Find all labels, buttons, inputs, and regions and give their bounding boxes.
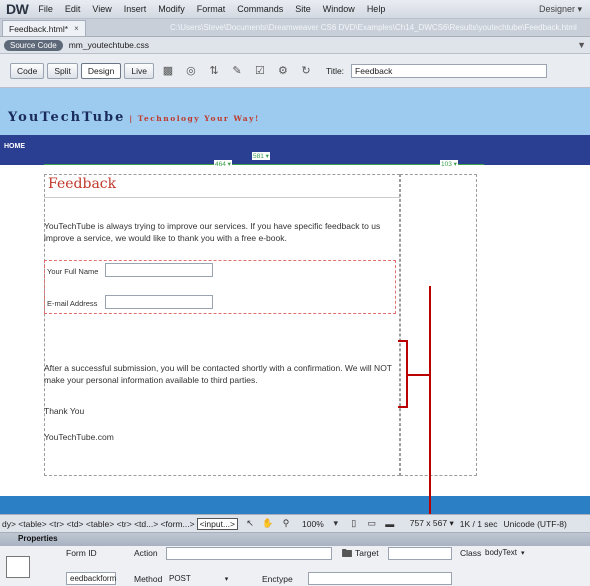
- method-label: Method: [134, 574, 163, 584]
- window-size[interactable]: 757 x 567 ▾: [410, 518, 454, 529]
- page-heading[interactable]: Feedback: [48, 176, 116, 192]
- hand-tool-icon[interactable]: ✋: [262, 518, 274, 530]
- intro-paragraph[interactable]: YouTechTube is always trying to improve …: [44, 220, 396, 244]
- related-css-file[interactable]: mm_youtechtube.css: [69, 40, 149, 50]
- email-label: E-mail Address: [47, 299, 98, 308]
- nav-home-link[interactable]: HOME: [4, 143, 25, 150]
- filter-icon[interactable]: ▼: [577, 40, 586, 50]
- class-value: bodyText: [485, 548, 518, 557]
- menu-bar: DW File Edit View Insert Modify Format C…: [0, 0, 590, 19]
- browse-folder-icon[interactable]: 🖿: [338, 546, 356, 562]
- menu-modify[interactable]: Modify: [158, 4, 185, 14]
- related-files-bar: Source Code mm_youtechtube.css ▼: [0, 37, 590, 54]
- email-input[interactable]: [105, 295, 213, 309]
- zoom-dropdown-icon[interactable]: ▾: [330, 518, 342, 530]
- ruler-total-width[interactable]: 581 ▾: [252, 152, 270, 160]
- site-header-band: YouTechTube | Technology Your Way!: [0, 88, 590, 135]
- confirmation-paragraph[interactable]: After a successful submission, you will …: [44, 362, 396, 386]
- target-select[interactable]: [388, 547, 452, 560]
- close-icon[interactable]: ×: [74, 24, 79, 33]
- app-logo: DW: [6, 1, 29, 17]
- live-view-button[interactable]: Live: [124, 62, 154, 79]
- properties-panel-header[interactable]: Properties: [0, 533, 590, 546]
- desktop-size-icon[interactable]: ▬: [384, 518, 396, 530]
- validate-icon[interactable]: ☑: [251, 63, 269, 79]
- document-tab-bar: Feedback.html* × C:\Users\Steve\Document…: [0, 19, 590, 37]
- visual-aids-icon[interactable]: ✎: [228, 63, 246, 79]
- chevron-down-icon: ▾: [224, 576, 229, 583]
- menu-format[interactable]: Format: [197, 4, 226, 14]
- thanks-text[interactable]: Thank You: [44, 406, 84, 416]
- method-value: POST: [169, 574, 191, 583]
- class-label: Class: [460, 548, 482, 558]
- zoom-tool-icon[interactable]: ⚲: [280, 518, 292, 530]
- chevron-down-icon: ▾: [521, 550, 525, 557]
- ruler-line: [44, 164, 484, 165]
- menu-help[interactable]: Help: [367, 4, 386, 14]
- ruler-left-width[interactable]: 464 ▾: [214, 160, 232, 168]
- signature-text[interactable]: YouTechTube.com: [44, 432, 114, 442]
- enctype-label: Enctype: [262, 574, 293, 584]
- form-id-field[interactable]: eedbackform: [66, 572, 116, 585]
- source-code-button[interactable]: Source Code: [4, 39, 63, 51]
- title-label: Title:: [325, 65, 345, 76]
- menu-view[interactable]: View: [92, 4, 111, 14]
- table-width-ruler: 581 ▾ 464 ▾ 103 ▾: [44, 152, 484, 172]
- enctype-select[interactable]: [308, 572, 452, 585]
- tag-path[interactable]: dy> <table> <tr> <td> <table> <tr> <td..…: [2, 519, 195, 529]
- sidebar-cell: [400, 174, 477, 476]
- document-toolbar: Code Split Design Live ▩ ◎ ⇅ ✎ ☑ ⚙ ↻ Tit…: [0, 54, 590, 88]
- tab-label: Feedback.html*: [9, 23, 69, 34]
- tablet-size-icon[interactable]: ▭: [366, 518, 378, 530]
- heading-divider: [44, 197, 400, 198]
- workspace-switcher[interactable]: Designer ▾: [539, 4, 582, 15]
- encoding: Unicode (UTF-8): [503, 518, 567, 529]
- menu-site[interactable]: Site: [295, 4, 311, 14]
- form-icon: [6, 556, 30, 578]
- multiscreen-icon[interactable]: ▩: [159, 63, 177, 79]
- callout-bracket: [398, 340, 408, 408]
- site-tagline: | Technology Your Way!: [129, 114, 260, 123]
- site-name: YouTechTube: [8, 110, 126, 125]
- split-view-button[interactable]: Split: [47, 62, 78, 79]
- dreamweaver-window: DW File Edit View Insert Modify Format C…: [0, 0, 590, 586]
- site-title: YouTechTube | Technology Your Way!: [8, 110, 260, 125]
- site-footer-band: [0, 496, 590, 514]
- design-view[interactable]: YouTechTube | Technology Your Way! HOME 5…: [0, 88, 590, 514]
- menu-window[interactable]: Window: [323, 4, 355, 14]
- zoom-select[interactable]: 100%: [302, 519, 324, 529]
- check-compatibility-icon[interactable]: ⚙: [274, 63, 292, 79]
- class-select[interactable]: bodyText ▾: [482, 546, 528, 559]
- form-id-label: Form ID: [66, 548, 97, 558]
- mobile-size-icon[interactable]: ▯: [348, 518, 360, 530]
- menu-commands[interactable]: Commands: [237, 4, 283, 14]
- name-label: Your Full Name: [47, 267, 99, 276]
- refresh-icon[interactable]: ↻: [297, 63, 315, 79]
- download-size: 1K / 1 sec: [459, 518, 498, 529]
- tag-selector-bar: dy> <table> <tr> <td> <table> <tr> <td..…: [0, 514, 590, 533]
- selected-tag[interactable]: <input...>: [196, 517, 239, 530]
- menu-edit[interactable]: Edit: [65, 4, 81, 14]
- menu-file[interactable]: File: [38, 4, 53, 14]
- title-field[interactable]: Feedback: [351, 63, 548, 78]
- select-tool-icon[interactable]: ↖: [244, 518, 256, 530]
- full-name-input[interactable]: [105, 263, 213, 277]
- code-view-button[interactable]: Code: [10, 62, 45, 79]
- file-path: C:\Users\Steve\Documents\Dreamweaver CS6…: [170, 23, 577, 32]
- preview-browser-icon[interactable]: ◎: [182, 63, 200, 79]
- action-label: Action: [134, 548, 158, 558]
- ruler-right-width[interactable]: 103 ▾: [440, 160, 458, 168]
- method-select[interactable]: POST ▾: [166, 572, 246, 585]
- target-label: Target: [355, 548, 379, 558]
- design-view-button[interactable]: Design: [80, 62, 122, 79]
- properties-panel: Form ID eedbackform Action 🖿 Target Clas…: [0, 546, 590, 586]
- feedback-form[interactable]: Your Full Name E-mail Address: [44, 260, 396, 314]
- action-field[interactable]: [166, 547, 332, 560]
- callout-connector: [408, 374, 431, 376]
- tab-feedback-html[interactable]: Feedback.html* ×: [2, 20, 86, 36]
- file-management-icon[interactable]: ⇅: [205, 63, 223, 79]
- menu-insert[interactable]: Insert: [124, 4, 147, 14]
